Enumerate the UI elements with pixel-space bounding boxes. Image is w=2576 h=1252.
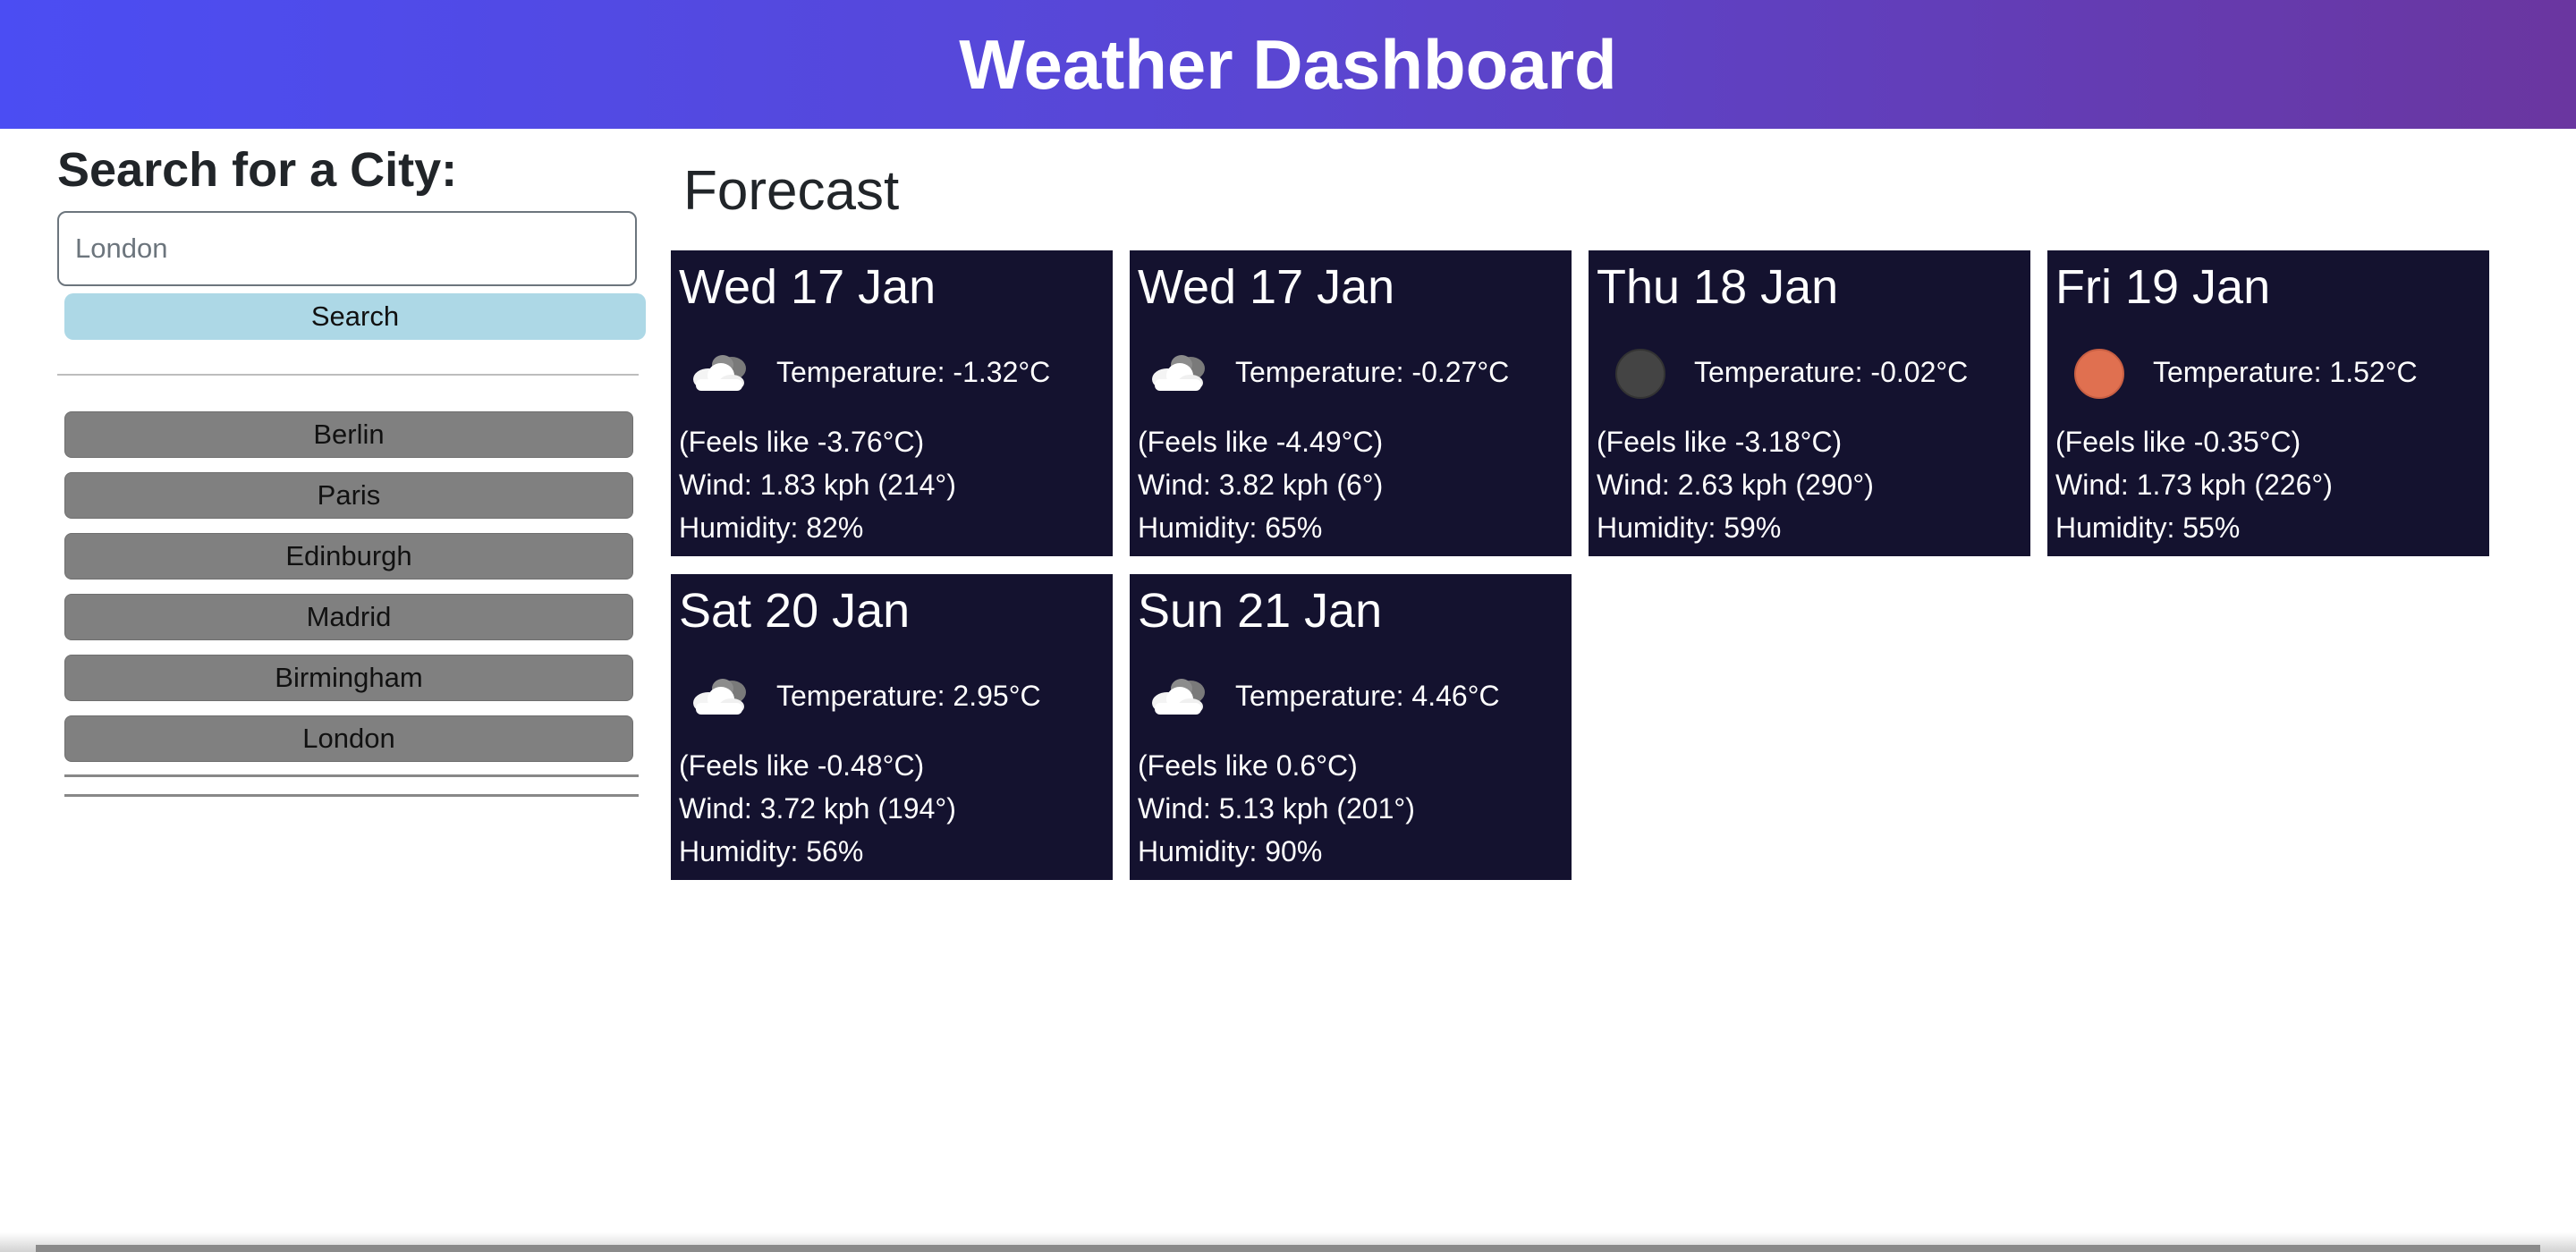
card-wind: Wind: 3.72 kph (194°): [679, 792, 956, 825]
card-date: Thu 18 Jan: [1597, 260, 1839, 314]
search-input[interactable]: [57, 211, 637, 286]
forecast-card: Sun 21 Jan Temperature: 4.46°C (Feels li…: [1130, 574, 1572, 880]
card-humidity: Humidity: 90%: [1138, 835, 1323, 867]
card-humidity: Humidity: 65%: [1138, 512, 1323, 544]
history-divider: [64, 774, 639, 777]
card-temperature: Temperature: 2.95°C: [776, 680, 1041, 712]
cloud-icon: [1152, 355, 1205, 391]
card-feels-like: (Feels like -3.76°C): [679, 426, 925, 458]
card-date: Wed 17 Jan: [1138, 260, 1395, 314]
card-date: Fri 19 Jan: [2055, 260, 2271, 314]
card-feels-like: (Feels like -4.49°C): [1138, 426, 1384, 458]
search-sidebar: Search for a City: Search Berlin Paris E…: [57, 134, 648, 797]
history-button-london[interactable]: London: [64, 715, 633, 762]
card-wind: Wind: 5.13 kph (201°): [1138, 792, 1415, 825]
card-feels-like: (Feels like -3.18°C): [1597, 426, 1843, 458]
app-header: Weather Dashboard: [0, 0, 2576, 129]
forecast-card: Thu 18 Jan Temperature: -0.02°C (Feels l…: [1589, 250, 2030, 556]
card-temperature: Temperature: -1.32°C: [776, 356, 1051, 388]
card-wind: Wind: 2.63 kph (290°): [1597, 469, 1874, 501]
forecast-card: Fri 19 Jan Temperature: 1.52°C (Feels li…: [2047, 250, 2489, 556]
card-humidity: Humidity: 59%: [1597, 512, 1782, 544]
history-button-paris[interactable]: Paris: [64, 472, 633, 519]
card-temperature: Temperature: -0.27°C: [1235, 356, 1510, 388]
card-wind: Wind: 1.73 kph (226°): [2055, 469, 2333, 501]
forecast-card: Wed 17 Jan Temperature: -1.32°C (Feels l…: [671, 250, 1113, 556]
card-temperature: Temperature: 4.46°C: [1235, 680, 1500, 712]
history-list: Berlin Paris Edinburgh Madrid Birmingham…: [64, 411, 633, 776]
forecast-card: Wed 17 Jan Temperature: -0.27°C (Feels l…: [1130, 250, 1572, 556]
card-temperature: Temperature: 1.52°C: [2153, 356, 2418, 388]
card-date: Sat 20 Jan: [679, 584, 911, 638]
horizontal-scrollbar[interactable]: [36, 1245, 2540, 1252]
history-button-edinburgh[interactable]: Edinburgh: [64, 533, 633, 579]
card-temperature: Temperature: -0.02°C: [1694, 356, 1969, 388]
search-button[interactable]: Search: [64, 293, 646, 340]
cloud-icon: [1152, 679, 1205, 715]
page-title: Weather Dashboard: [959, 24, 1617, 104]
cloud-icon: [693, 679, 746, 715]
card-feels-like: (Feels like -0.35°C): [2055, 426, 2301, 458]
card-feels-like: (Feels like 0.6°C): [1138, 749, 1358, 782]
forecast-heading: Forecast: [683, 160, 900, 222]
card-humidity: Humidity: 55%: [2055, 512, 2241, 544]
dark-circle-icon: [1605, 349, 1673, 399]
history-button-birmingham[interactable]: Birmingham: [64, 655, 633, 701]
history-button-berlin[interactable]: Berlin: [64, 411, 633, 458]
search-heading: Search for a City:: [57, 143, 458, 197]
card-feels-like: (Feels like -0.48°C): [679, 749, 925, 782]
orange-circle-icon: [2063, 349, 2131, 399]
card-date: Sun 21 Jan: [1138, 584, 1383, 638]
card-humidity: Humidity: 82%: [679, 512, 864, 544]
card-wind: Wind: 1.83 kph (214°): [679, 469, 956, 501]
card-date: Wed 17 Jan: [679, 260, 936, 314]
card-humidity: Humidity: 56%: [679, 835, 864, 867]
cloud-icon: [693, 355, 746, 391]
history-divider: [64, 794, 639, 797]
history-button-madrid[interactable]: Madrid: [64, 594, 633, 640]
sidebar-divider: [57, 374, 639, 376]
card-wind: Wind: 3.82 kph (6°): [1138, 469, 1384, 501]
forecast-card: Sat 20 Jan Temperature: 2.95°C (Feels li…: [671, 574, 1113, 880]
